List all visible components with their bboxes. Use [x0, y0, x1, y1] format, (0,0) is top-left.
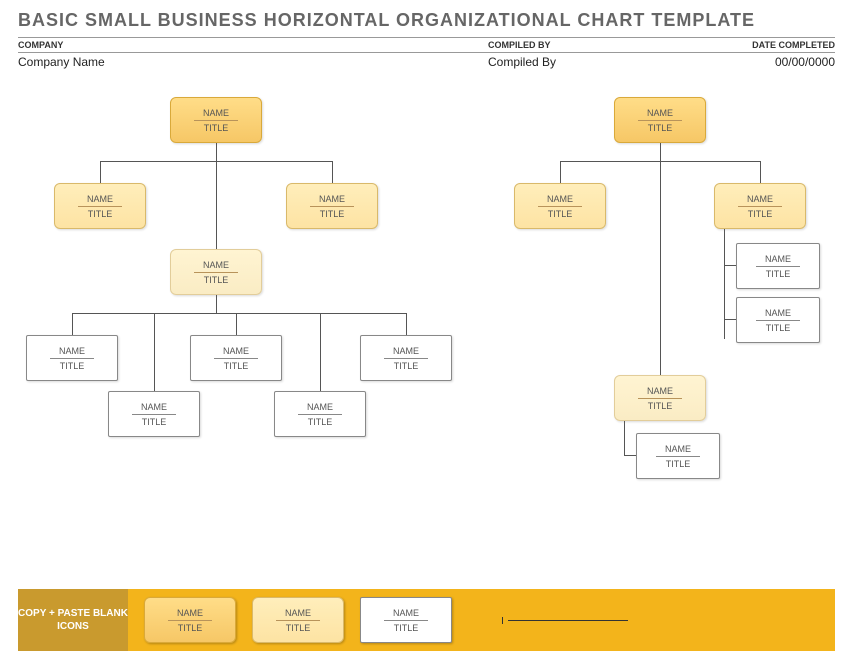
left-l3-node[interactable]: NAME TITLE — [170, 249, 262, 295]
node-title: TITLE — [748, 207, 773, 219]
node-name: NAME — [285, 608, 311, 620]
node-name: NAME — [765, 308, 791, 320]
node-title: TITLE — [224, 359, 249, 371]
node-title: TITLE — [204, 273, 229, 285]
palette-footer: COPY + PASTE BLANK ICONS NAME TITLE NAME… — [18, 589, 835, 651]
connector-line — [154, 313, 155, 391]
connector-line — [216, 295, 217, 313]
node-name: NAME — [765, 254, 791, 266]
node-name: NAME — [177, 608, 203, 620]
node-title: TITLE — [766, 267, 791, 279]
connector-line — [760, 161, 761, 183]
connector-line — [72, 313, 406, 314]
palette-node-plain[interactable]: NAME TITLE — [360, 597, 452, 643]
right-l2-node-b[interactable]: NAME TITLE — [714, 183, 806, 229]
node-title: TITLE — [666, 457, 691, 469]
meta-label-compiled-by: COMPILED BY — [488, 38, 715, 52]
right-chain-node-a[interactable]: NAME TITLE — [736, 243, 820, 289]
connector-line — [660, 143, 661, 161]
node-name: NAME — [223, 346, 249, 358]
left-root-node[interactable]: NAME TITLE — [170, 97, 262, 143]
node-name: NAME — [665, 444, 691, 456]
right-bottom-center-node[interactable]: NAME TITLE — [614, 375, 706, 421]
palette-connector-sample[interactable] — [508, 620, 628, 621]
palette-area: NAME TITLE NAME TITLE NAME TITLE — [128, 589, 835, 651]
node-name: NAME — [647, 386, 673, 398]
node-title: TITLE — [320, 207, 345, 219]
node-name: NAME — [307, 402, 333, 414]
compiled-by-field[interactable]: Compiled By — [488, 55, 715, 69]
page-title: BASIC SMALL BUSINESS HORIZONTAL ORGANIZA… — [0, 0, 853, 37]
palette-node-light[interactable]: NAME TITLE — [252, 597, 344, 643]
node-name: NAME — [203, 108, 229, 120]
node-title: TITLE — [204, 121, 229, 133]
node-title: TITLE — [308, 415, 333, 427]
connector-line — [624, 421, 625, 455]
left-l4-node-b[interactable]: NAME TITLE — [190, 335, 282, 381]
node-name: NAME — [547, 194, 573, 206]
node-name: NAME — [393, 608, 419, 620]
right-bottom-leaf-node[interactable]: NAME TITLE — [636, 433, 720, 479]
node-title: TITLE — [178, 621, 203, 633]
node-title: TITLE — [142, 415, 167, 427]
connector-line — [624, 455, 636, 456]
node-title: TITLE — [648, 121, 673, 133]
node-name: NAME — [393, 346, 419, 358]
company-name-field[interactable]: Company Name — [18, 55, 488, 69]
meta-label-company: COMPANY — [18, 38, 488, 52]
connector-line — [216, 161, 217, 249]
connector-line — [406, 313, 407, 335]
node-name: NAME — [647, 108, 673, 120]
org-chart-canvas[interactable]: NAME TITLE NAME TITLE NAME TITLE NAME TI… — [0, 69, 853, 559]
node-name: NAME — [141, 402, 167, 414]
connector-line — [332, 161, 333, 183]
left-l5-node-a[interactable]: NAME TITLE — [108, 391, 200, 437]
connector-line — [236, 313, 237, 335]
meta-header-row: COMPANY COMPILED BY DATE COMPLETED — [18, 37, 835, 53]
node-title: TITLE — [394, 359, 419, 371]
connector-line — [660, 161, 661, 375]
node-title: TITLE — [548, 207, 573, 219]
connector-line — [216, 143, 217, 161]
node-name: NAME — [87, 194, 113, 206]
left-l2-node-b[interactable]: NAME TITLE — [286, 183, 378, 229]
connector-line — [724, 319, 736, 320]
connector-line — [560, 161, 561, 183]
right-l2-node-a[interactable]: NAME TITLE — [514, 183, 606, 229]
node-title: TITLE — [88, 207, 113, 219]
node-title: TITLE — [648, 399, 673, 411]
node-title: TITLE — [60, 359, 85, 371]
left-l5-node-b[interactable]: NAME TITLE — [274, 391, 366, 437]
node-name: NAME — [747, 194, 773, 206]
meta-values-row: Company Name Compiled By 00/00/0000 — [18, 55, 835, 69]
meta-label-date-completed: DATE COMPLETED — [715, 38, 835, 52]
node-name: NAME — [59, 346, 85, 358]
date-completed-field[interactable]: 00/00/0000 — [715, 55, 835, 69]
right-chain-node-b[interactable]: NAME TITLE — [736, 297, 820, 343]
connector-line — [724, 265, 736, 266]
connector-line — [724, 229, 725, 339]
connector-line — [100, 161, 101, 183]
palette-node-dark[interactable]: NAME TITLE — [144, 597, 236, 643]
node-title: TITLE — [766, 321, 791, 333]
left-l4-node-c[interactable]: NAME TITLE — [360, 335, 452, 381]
connector-line — [72, 313, 73, 335]
connector-line — [320, 313, 321, 391]
left-l2-node-a[interactable]: NAME TITLE — [54, 183, 146, 229]
palette-label: COPY + PASTE BLANK ICONS — [18, 589, 128, 651]
right-root-node[interactable]: NAME TITLE — [614, 97, 706, 143]
node-title: TITLE — [286, 621, 311, 633]
node-name: NAME — [203, 260, 229, 272]
node-name: NAME — [319, 194, 345, 206]
left-l4-node-a[interactable]: NAME TITLE — [26, 335, 118, 381]
node-title: TITLE — [394, 621, 419, 633]
